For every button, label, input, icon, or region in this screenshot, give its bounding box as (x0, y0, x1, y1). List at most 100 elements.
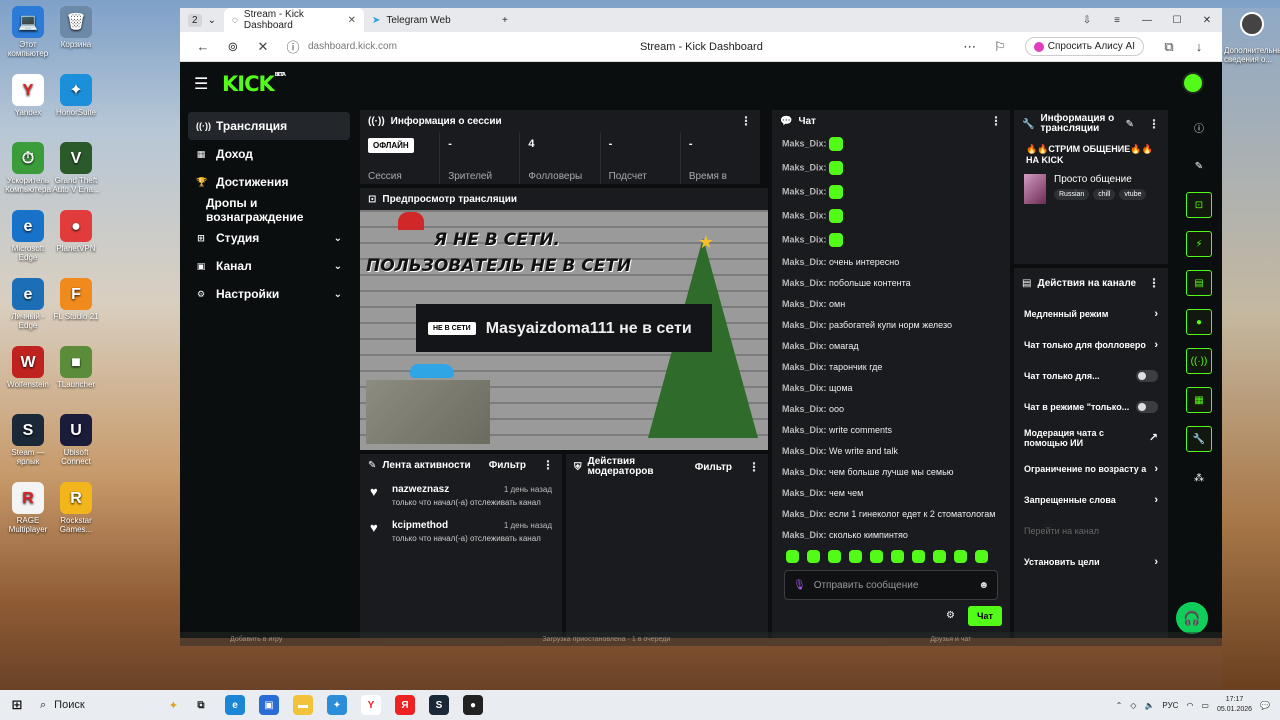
kick-logo[interactable]: KICKBETA (222, 72, 286, 96)
chat-username[interactable]: Maks_Dix: (782, 404, 827, 414)
chat-send-button[interactable]: Чат (968, 606, 1002, 626)
notifications-icon[interactable]: 💬 (1260, 701, 1270, 710)
emote-icon[interactable] (786, 550, 799, 563)
chat-message[interactable]: Maks_Dix: разбогатей купи норм железо (782, 315, 1002, 336)
chat-message[interactable]: Maks_Dix: сколько кимпинтяо (782, 525, 1002, 544)
desktop-icon[interactable]: ● PlanetVPN (50, 210, 102, 253)
pencil-icon[interactable]: ✎ (1186, 153, 1212, 179)
desktop-icon[interactable]: F FL Studio 21 (50, 278, 102, 321)
chevron-right-icon[interactable]: › (1154, 463, 1158, 475)
tab-counter[interactable]: 2 ⌄ (180, 8, 224, 32)
close-window-icon[interactable]: ✕ (1192, 15, 1222, 26)
document-icon[interactable]: ▤ (1186, 270, 1212, 296)
chat-username[interactable]: Maks_Dix: (782, 210, 827, 220)
url-field[interactable]: dashboard.kick.com (308, 41, 448, 52)
windows-start-icon[interactable]: ⊞ (7, 695, 27, 715)
sidebar-item[interactable]: ⚙ Настройки ⌄ (188, 280, 350, 308)
user-avatar-icon[interactable] (1240, 12, 1264, 36)
filter-button[interactable]: Фильтр (695, 462, 732, 473)
chat-message[interactable]: Maks_Dix: чем чем (782, 483, 1002, 504)
sidebar-item[interactable]: ⊞ Студия ⌄ (188, 224, 350, 252)
sidebar-item[interactable]: Дропы и вознаграждение (188, 196, 350, 224)
desktop-icon[interactable]: ⏱ Ускоритель Компьютера (2, 142, 54, 194)
minimize-icon[interactable]: — (1132, 15, 1162, 26)
chevron-down-icon[interactable]: ⌄ (208, 15, 216, 26)
chat-message[interactable]: Maks_Dix: ооо (782, 399, 1002, 420)
channel-action-row[interactable]: Установить цели › (1014, 546, 1168, 577)
chat-username[interactable]: Maks_Dix: (782, 186, 827, 196)
pencil-icon[interactable]: ✎ (1126, 119, 1134, 130)
chat-username[interactable]: Maks_Dix: (782, 257, 827, 267)
volume-icon[interactable]: 🔈 (1144, 701, 1154, 710)
chat-message[interactable]: Maks_Dix: (782, 156, 1002, 180)
chat-username[interactable]: Maks_Dix: (782, 162, 827, 172)
chat-message[interactable]: Maks_Dix: омагад (782, 336, 1002, 357)
clock[interactable]: 17:17 05.01.2026 (1217, 695, 1252, 715)
wifi-icon[interactable]: ◠ (1186, 701, 1193, 710)
hamburger-icon[interactable]: ☰ (194, 74, 222, 94)
more-icon[interactable]: ⋯ (955, 39, 985, 55)
chat-input[interactable]: 🎙 Отправить сообщение ☻ (784, 570, 998, 600)
emote-icon[interactable] (891, 550, 904, 563)
sidebar-item[interactable]: ▦ Доход (188, 140, 350, 168)
steam-icon[interactable]: S (429, 695, 449, 715)
tab-telegram[interactable]: ➤ Telegram Web (364, 8, 494, 32)
desktop-icon[interactable]: U Ubisoft Connect (50, 414, 102, 466)
preview-toggle-icon[interactable]: ⊡ (1186, 192, 1212, 218)
obs-icon[interactable]: ● (463, 695, 483, 715)
desktop-icon[interactable]: e Личный - Edge (2, 278, 54, 330)
wrench-icon[interactable]: 🔧 (1186, 426, 1212, 452)
chat-message[interactable]: Maks_Dix: (782, 132, 1002, 156)
desktop-icon[interactable]: 💻 Этот компьютер (2, 6, 54, 58)
kebab-menu-icon[interactable]: ⋮ (542, 458, 554, 472)
channel-action-row[interactable]: Чат в режиме "только... (1014, 391, 1168, 422)
chat-username[interactable]: Maks_Dix: (782, 530, 827, 540)
tab-kick-dashboard[interactable]: ◌ Stream - Kick Dashboard ✕ (223, 8, 364, 32)
desktop-icon[interactable]: ✦ HonorSuite (50, 74, 102, 117)
channel-action-row[interactable]: Модерация чата с помощью ИИ ↗ (1014, 422, 1168, 453)
desktop-icon[interactable]: R RAGE Multiplayer (2, 482, 54, 534)
toggle-switch[interactable] (1136, 369, 1158, 382)
chat-message[interactable]: Maks_Dix: если 1 гинеколог едет к 2 стом… (782, 504, 1002, 525)
chat-username[interactable]: Maks_Dix: (782, 362, 827, 372)
chevron-down-icon[interactable]: ⌄ (334, 233, 342, 244)
emote-icon[interactable] (912, 550, 925, 563)
chat-username[interactable]: Maks_Dix: (782, 488, 827, 498)
chat-message[interactable]: Maks_Dix: омн (782, 294, 1002, 315)
kebab-menu-icon[interactable]: ⋮ (740, 114, 752, 128)
emoji-icon[interactable]: ☻ (978, 580, 989, 591)
explorer-icon[interactable]: ▬ (293, 695, 313, 715)
chat-message[interactable]: Maks_Dix: чем больше лучше мы семью (782, 462, 1002, 483)
share-icon[interactable]: ⁂ (1186, 465, 1212, 491)
desktop-icon[interactable]: W Wolfenstein (2, 346, 54, 389)
external-link-icon[interactable]: ↗ (1149, 431, 1158, 444)
alisa-button[interactable]: Спросить Алису AI (1024, 37, 1144, 56)
channel-action-row[interactable]: Чат только для фолловеро › (1014, 329, 1168, 360)
chat-message[interactable]: Maks_Dix: очень интересно (782, 252, 1002, 273)
honor-icon[interactable]: ✦ (327, 695, 347, 715)
chat-log[interactable]: Maks_Dix: Maks_Dix: Maks_Dix: Maks_Dix: … (782, 132, 1002, 544)
chat-message[interactable]: Maks_Dix: щома (782, 378, 1002, 399)
downloads-icon[interactable]: ↓ (1184, 39, 1214, 54)
kebab-menu-icon[interactable]: ⋮ (1148, 117, 1160, 131)
protect-icon[interactable]: ⊚ (218, 39, 248, 55)
battery-icon[interactable]: ▭ (1201, 701, 1209, 710)
chat-bubble-icon[interactable]: ● (1186, 309, 1212, 335)
desktop-icon[interactable]: 🗑 Корзина (50, 6, 102, 49)
network-icon[interactable]: ◇ (1130, 701, 1136, 710)
chat-username[interactable]: Maks_Dix: (782, 446, 827, 456)
lightning-icon[interactable]: ⚡ (1186, 231, 1212, 257)
emote-icon[interactable] (828, 550, 841, 563)
emote-icon[interactable] (954, 550, 967, 563)
edge-icon[interactable]: e (225, 695, 245, 715)
new-tab-button[interactable]: + (494, 8, 516, 32)
bookmark-icon[interactable]: ⚐ (985, 39, 1015, 55)
task-view-icon[interactable]: ⧉ (191, 695, 211, 715)
maximize-icon[interactable]: ☐ (1162, 15, 1192, 26)
channel-action-row[interactable]: Чат только для... (1014, 360, 1168, 391)
profile-avatar[interactable] (1182, 72, 1204, 94)
close-icon[interactable]: ✕ (348, 15, 356, 26)
store-icon[interactable]: ▣ (259, 695, 279, 715)
chat-message[interactable]: Maks_Dix: We write and talk (782, 441, 1002, 462)
kebab-menu-icon[interactable]: ⋮ (748, 460, 760, 474)
